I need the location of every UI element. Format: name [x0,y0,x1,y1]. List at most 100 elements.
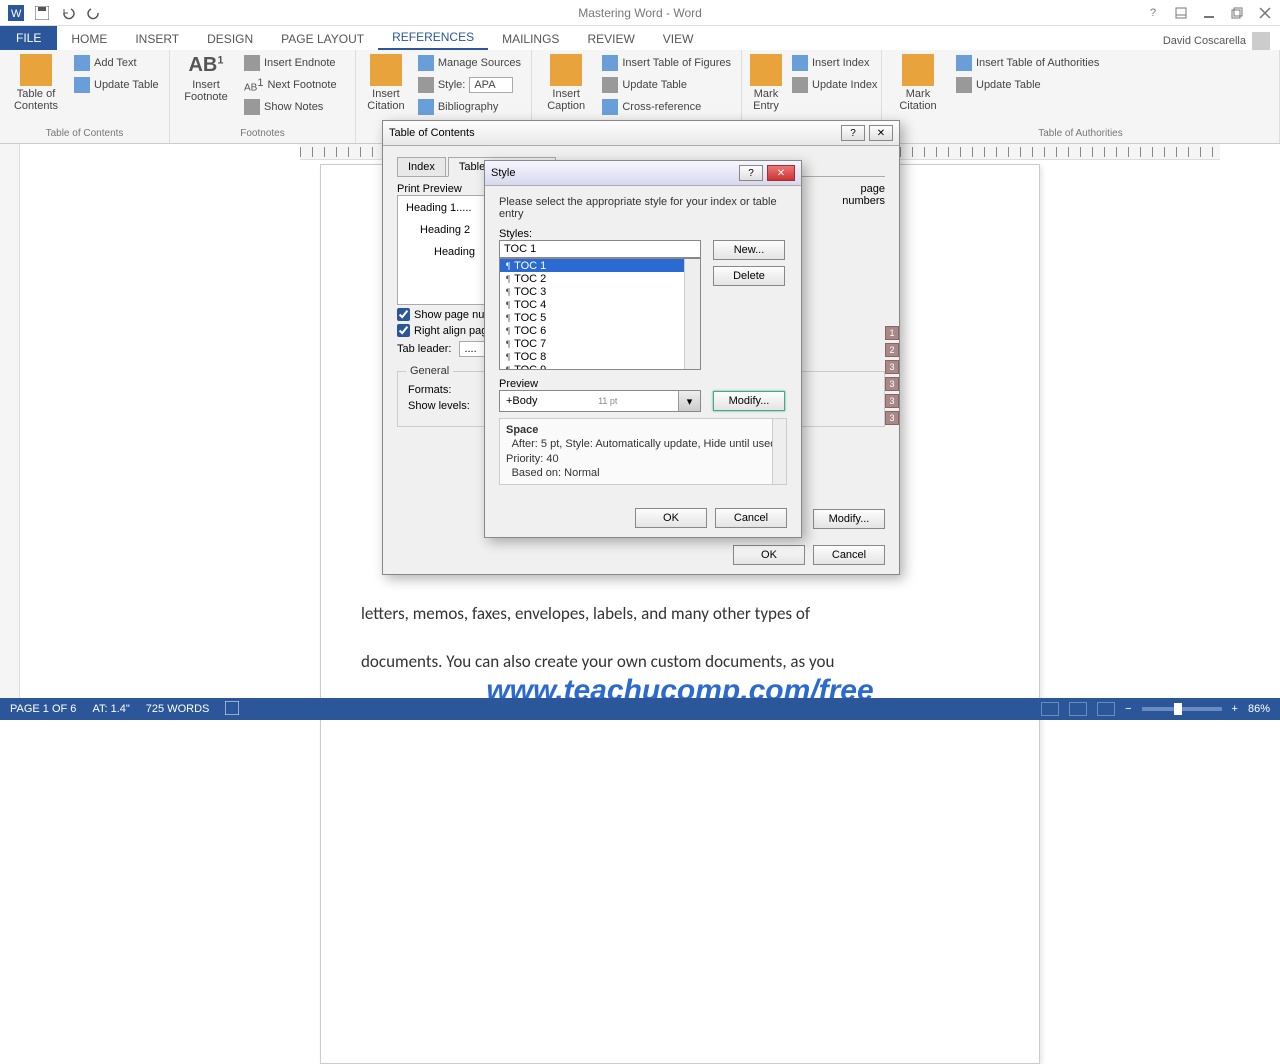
toc-ok-button[interactable]: OK [733,545,805,565]
save-icon[interactable] [34,5,50,21]
style-cancel-button[interactable]: Cancel [715,508,787,528]
proofing-icon[interactable] [225,701,239,718]
tab-references[interactable]: REFERENCES [378,26,488,50]
delete-style-button[interactable]: Delete [713,266,785,286]
zoom-out-icon[interactable]: − [1125,703,1131,715]
scrollbar[interactable] [684,259,700,369]
style-dialog-title: Style [491,167,515,179]
minimize-icon[interactable] [1200,6,1218,20]
zoom-slider[interactable] [1142,707,1222,711]
tab-home[interactable]: HOME [57,28,121,50]
style-list-item[interactable]: ¶TOC 8 [500,350,700,363]
web-layout-icon[interactable] [1097,702,1115,716]
add-text-button[interactable]: Add Text [72,54,161,72]
window-controls: ? [1144,6,1274,20]
avatar [1252,32,1270,50]
toc-close-icon[interactable]: ✕ [869,125,893,141]
toc-button[interactable]: Table of Contents [8,54,64,112]
cross-reference-button[interactable]: Cross-reference [600,98,733,116]
tab-design[interactable]: DESIGN [193,28,267,50]
status-page[interactable]: PAGE 1 OF 6 [10,703,76,715]
style-list-item[interactable]: ¶TOC 6 [500,324,700,337]
modify-style-button[interactable]: Modify... [713,391,785,411]
chevron-down-icon[interactable]: ▾ [678,391,700,411]
next-footnote-button[interactable]: AB1Next Footnote [242,76,339,94]
tab-view[interactable]: VIEW [649,28,708,50]
toc-dialog-titlebar[interactable]: Table of Contents ? ✕ [383,121,899,146]
style-list-item[interactable]: ¶TOC 5 [500,311,700,324]
group-footnotes: AB1Insert Footnote Insert Endnote AB1Nex… [170,50,356,143]
tab-leader-label: Tab leader: [397,343,451,355]
toc-dialog-title: Table of Contents [389,127,475,139]
preview-label: Preview [499,378,787,390]
title-bar: W Mastering Word - Word ? [0,0,1280,26]
redo-icon[interactable] [86,5,102,21]
tab-review[interactable]: REVIEW [573,28,648,50]
insert-endnote-button[interactable]: Insert Endnote [242,54,339,72]
scrollbar[interactable] [772,419,786,484]
toc-modify-button[interactable]: Modify... [813,509,885,529]
style-name-input[interactable]: TOC 1 [499,240,701,258]
zoom-level[interactable]: 86% [1248,703,1270,715]
style-dropdown[interactable]: Style:APA [416,76,523,94]
print-layout-icon[interactable] [1069,702,1087,716]
insert-toa-button[interactable]: Insert Table of Authorities [954,54,1101,72]
style-ok-button[interactable]: OK [635,508,707,528]
toc-cancel-button[interactable]: Cancel [813,545,885,565]
tab-insert[interactable]: INSERT [121,28,193,50]
new-style-button[interactable]: New... [713,240,785,260]
show-notes-button[interactable]: Show Notes [242,98,339,116]
style-list-item[interactable]: ¶TOC 1 [500,259,700,272]
hyperlinks-label: page numbers [815,183,885,207]
style-instructions: Please select the appropriate style for … [499,196,787,220]
tab-file[interactable]: FILE [0,26,57,50]
insert-tof-button[interactable]: Insert Table of Figures [600,54,733,72]
mark-entry-button[interactable]: Mark Entry [750,54,782,112]
tab-page-layout[interactable]: PAGE LAYOUT [267,28,378,50]
toc-tab-index[interactable]: Index [397,157,446,177]
space-description: Space After: 5 pt, Style: Automatically … [499,418,787,485]
insert-index-button[interactable]: Insert Index [790,54,879,72]
show-levels-label: Show levels: [408,400,470,412]
status-bar: PAGE 1 OF 6 AT: 1.4" 725 WORDS − + 86% [0,698,1280,720]
update-index-button[interactable]: Update Index [790,76,879,94]
style-list-item[interactable]: ¶TOC 7 [500,337,700,350]
zoom-in-icon[interactable]: + [1232,703,1238,715]
window-title: Mastering Word - Word [578,6,702,20]
user-area[interactable]: David Coscarella [1163,32,1280,50]
help-icon[interactable]: ? [1144,6,1162,20]
style-list-item[interactable]: ¶TOC 3 [500,285,700,298]
vertical-ruler [0,144,20,698]
style-close-icon[interactable]: ✕ [767,165,795,181]
restore-icon[interactable] [1228,6,1246,20]
update-table-captions-button[interactable]: Update Table [600,76,733,94]
preview-font-box: +Body 11 pt ▾ [499,390,701,412]
styles-listbox[interactable]: ¶TOC 1¶TOC 2¶TOC 3¶TOC 4¶TOC 5¶TOC 6¶TOC… [499,258,701,370]
update-table-toa-button[interactable]: Update Table [954,76,1101,94]
style-list-item[interactable]: ¶TOC 9 [500,363,700,370]
style-help-icon[interactable]: ? [739,165,763,181]
mark-citation-button[interactable]: Mark Citation [890,54,946,112]
ribbon-options-icon[interactable] [1172,6,1190,20]
insert-citation-button[interactable]: Insert Citation [364,54,408,112]
style-list-item[interactable]: ¶TOC 4 [500,298,700,311]
formats-label: Formats: [408,384,451,396]
style-list-item[interactable]: ¶TOC 2 [500,272,700,285]
status-words[interactable]: 725 WORDS [146,703,210,715]
doc-line-1: letters, memos, faxes, envelopes, labels… [361,597,999,631]
undo-icon[interactable] [60,5,76,21]
user-name: David Coscarella [1163,35,1246,47]
read-mode-icon[interactable] [1041,702,1059,716]
level-markers: 1 2 3 3 3 3 [885,326,899,425]
manage-sources-button[interactable]: Manage Sources [416,54,523,72]
bibliography-button[interactable]: Bibliography [416,98,523,116]
insert-footnote-button[interactable]: AB1Insert Footnote [178,54,234,103]
tab-mailings[interactable]: MAILINGS [488,28,573,50]
quick-access-toolbar: W [0,5,102,21]
style-dialog: Style ? ✕ Please select the appropriate … [484,160,802,538]
close-icon[interactable] [1256,6,1274,20]
toc-help-icon[interactable]: ? [841,125,865,141]
update-table-button[interactable]: Update Table [72,76,161,94]
style-dialog-titlebar[interactable]: Style ? ✕ [485,161,801,186]
insert-caption-button[interactable]: Insert Caption [540,54,592,112]
